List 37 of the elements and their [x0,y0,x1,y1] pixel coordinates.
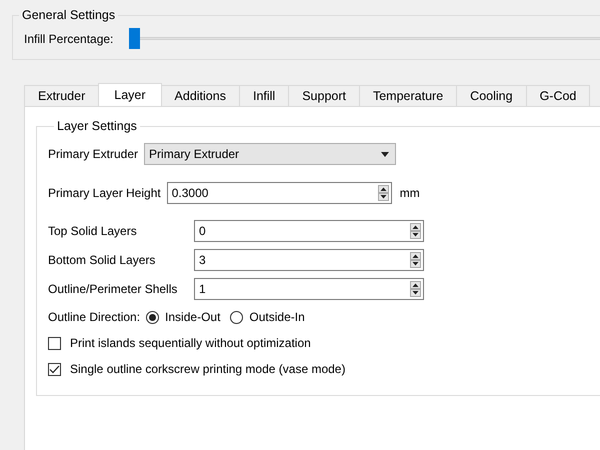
radio-button[interactable] [146,310,160,324]
caret-icon [381,152,390,156]
spin-field[interactable]: 3 [194,249,424,271]
tab[interactable]: Cooling [456,85,527,106]
unit-label: mm [400,186,420,200]
slider[interactable] [129,28,600,49]
radio-label[interactable]: Inside-Out [165,310,220,324]
field-label: Outline/Perimeter Shells [48,282,178,296]
dropdown[interactable]: Primary Extruder [144,143,396,165]
spinner-arrows-icon[interactable] [410,252,421,268]
field-label: Bottom Solid Layers [48,253,156,267]
field-label: Primary Layer Height [48,186,161,200]
checkmark-icon [49,364,60,374]
field-label: Top Solid Layers [48,224,138,238]
spin-field[interactable]: 1 [194,278,424,300]
slider-thumb[interactable] [129,28,140,49]
field-label: Infill Percentage: [24,32,114,46]
radio-label[interactable]: Outside-In [249,310,305,324]
field-label: Outline Direction: [48,310,140,324]
checkbox[interactable] [48,362,61,376]
tab[interactable]: G-Cod [526,85,590,106]
tab[interactable]: Layer [98,83,162,106]
spin-field[interactable]: 0 [194,220,424,242]
spinner-arrows-icon[interactable] [378,185,389,201]
spin-field[interactable]: 0.3000 [166,182,392,204]
checkbox-label[interactable]: Print islands sequentially without optimization [70,336,311,350]
group-title: General Settings [21,8,116,22]
tab[interactable]: Temperature [358,85,458,106]
field-label: Primary Extruder [48,147,138,161]
radio-button[interactable] [230,310,244,324]
checkbox-label[interactable]: Single outline corkscrew printing mode (vase mode) [70,362,346,376]
spinner-arrows-icon[interactable] [410,281,421,297]
checkbox[interactable] [48,336,61,350]
tab[interactable]: Support [288,85,360,106]
group-title: Layer Settings [56,119,138,133]
spinner-arrows-icon[interactable] [410,223,421,239]
tab[interactable]: Extruder [24,85,100,106]
